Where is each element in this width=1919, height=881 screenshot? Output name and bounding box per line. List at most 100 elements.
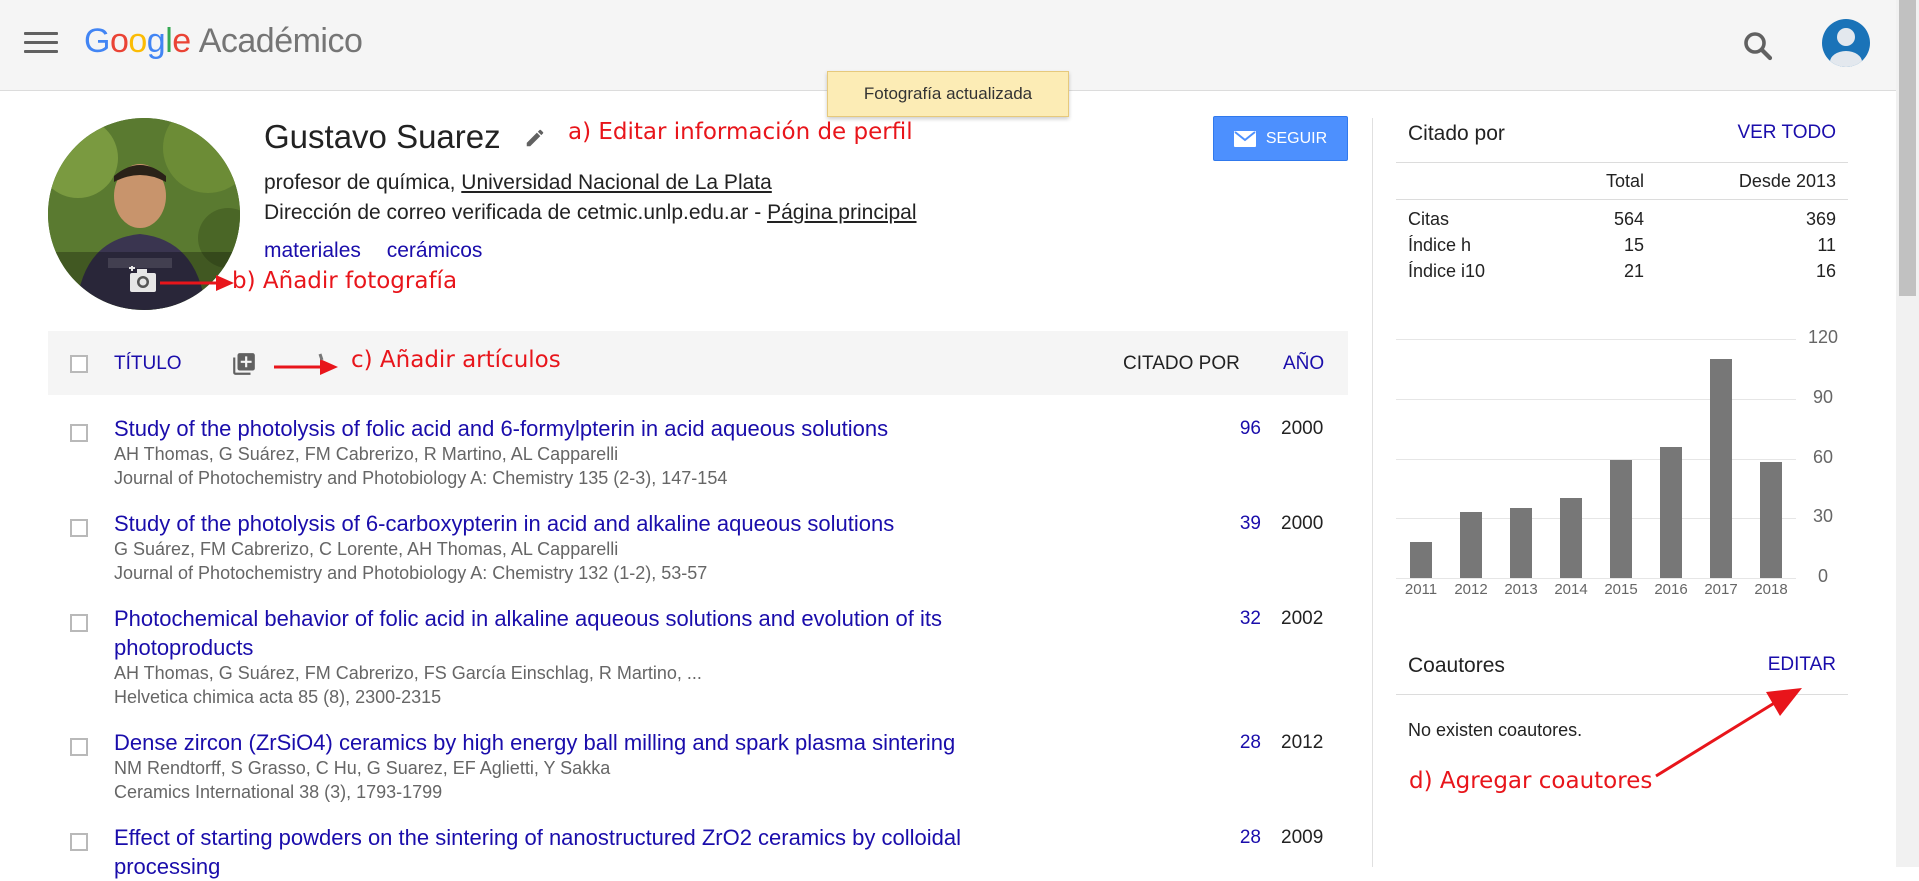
row-checkbox[interactable] xyxy=(70,833,88,851)
article-year: 2000 xyxy=(1281,418,1324,439)
stat-total: 15 xyxy=(1623,235,1644,255)
chart-xtick-label: 2013 xyxy=(1504,581,1538,598)
article-cited-count[interactable]: 96 xyxy=(1221,418,1261,440)
row-checkbox[interactable] xyxy=(70,519,88,537)
chart-xtick-label: 2011 xyxy=(1404,581,1438,598)
article-cited-count[interactable]: 28 xyxy=(1221,827,1261,849)
chart-gridline xyxy=(1396,458,1796,460)
add-photo-camera-icon[interactable] xyxy=(128,265,160,294)
stat-total: 21 xyxy=(1623,261,1644,281)
edit-pencil-icon[interactable] xyxy=(524,127,546,149)
article-year: 2000 xyxy=(1281,513,1324,534)
article-year: 2002 xyxy=(1281,608,1324,629)
select-all-checkbox[interactable] xyxy=(70,355,88,373)
view-all-link[interactable]: VER TODO xyxy=(1737,122,1836,144)
stat-label: Índice i10 xyxy=(1408,261,1486,281)
chart-bar[interactable] xyxy=(1760,462,1782,578)
no-coauthors-text: No existen coautores. xyxy=(1408,720,1583,740)
chart-ytick-label: 60 xyxy=(1812,446,1834,467)
article-authors: AH Thomas, G Suárez, FM Cabrerizo, R Mar… xyxy=(114,444,619,464)
stat-since: 369 xyxy=(1805,209,1836,229)
add-articles-icon[interactable] xyxy=(231,351,257,377)
article-journal: Helvetica chimica acta 85 (8), 2300-2315 xyxy=(114,687,442,707)
chart-bar[interactable] xyxy=(1410,542,1432,578)
affiliation-link[interactable]: Universidad Nacional de La Plata xyxy=(461,171,772,194)
article-authors: AH Thomas, G Suárez, FM Cabrerizo, FS Ga… xyxy=(114,663,702,683)
coauthors-header: Coautores EDITAR xyxy=(1396,654,1848,684)
chart-ytick-label: 120 xyxy=(1807,327,1839,347)
mail-icon xyxy=(1233,130,1256,147)
search-icon[interactable] xyxy=(1740,28,1776,64)
chart-xtick-label: 2017 xyxy=(1704,581,1738,598)
stat-label: Índice h xyxy=(1408,235,1472,255)
divider xyxy=(1396,162,1848,163)
toast-message: Fotografía actualizada xyxy=(827,71,1069,117)
article-authors: G Suárez, FM Cabrerizo, C Lorente, AH Th… xyxy=(114,539,619,559)
profile-email: Dirección de correo verificada de cetmic… xyxy=(264,201,917,224)
article-authors: NM Rendtorff, S Grasso, C Hu, G Suarez, … xyxy=(114,758,611,778)
article-cited-count[interactable]: 28 xyxy=(1221,732,1261,754)
chart-gridline xyxy=(1396,518,1796,520)
product-name: Académico xyxy=(198,22,363,60)
stat-label: Citas xyxy=(1408,209,1450,229)
col-since-header: Desde 2013 xyxy=(1738,171,1836,191)
annotation-arrow-b xyxy=(160,275,234,291)
article-title[interactable]: Photochemical behavior of folic acid in … xyxy=(114,604,1044,662)
edit-coauthors-link[interactable]: EDITAR xyxy=(1768,654,1836,676)
chart-xtick-label: 2014 xyxy=(1554,581,1588,598)
sort-by-year[interactable]: AÑO xyxy=(1283,353,1324,375)
article-cited-count[interactable]: 32 xyxy=(1221,608,1261,630)
annotation-b: b) Añadir fotografía xyxy=(232,268,458,294)
annotation-d: d) Agregar coautores xyxy=(1409,768,1653,794)
menu-icon[interactable] xyxy=(24,32,58,58)
scrollbar-thumb[interactable] xyxy=(1899,0,1916,296)
stat-total: 564 xyxy=(1613,209,1644,229)
follow-button[interactable]: SEGUIR xyxy=(1213,116,1348,161)
chart-gridline xyxy=(1396,578,1796,579)
chart-xtick-label: 2018 xyxy=(1754,581,1788,598)
article-journal: Journal of Photochemistry and Photobiolo… xyxy=(114,563,708,583)
chart-bar[interactable] xyxy=(1610,460,1632,578)
interest-materiales[interactable]: materiales xyxy=(264,239,361,262)
interest-ceramicos[interactable]: cerámicos xyxy=(387,239,483,262)
citations-header: Citado por VER TODO xyxy=(1396,122,1848,152)
row-checkbox[interactable] xyxy=(70,738,88,756)
stat-since: 16 xyxy=(1815,261,1836,281)
stat-since: 11 xyxy=(1817,235,1836,255)
row-checkbox[interactable] xyxy=(70,614,88,632)
article-title[interactable]: Study of the photolysis of 6-carboxypter… xyxy=(114,509,1044,538)
google-scholar-logo[interactable]: Google Académico xyxy=(84,22,363,61)
chart-gridline xyxy=(1396,339,1796,340)
article-cited-count[interactable]: 39 xyxy=(1221,513,1261,535)
coauthors-title: Coautores xyxy=(1408,654,1505,677)
citations-title: Citado por xyxy=(1408,122,1505,145)
chart-xtick-label: 2012 xyxy=(1454,581,1488,598)
chart-bar[interactable] xyxy=(1510,508,1532,578)
article-title[interactable]: Study of the photolysis of folic acid an… xyxy=(114,414,1044,443)
article-year: 2012 xyxy=(1281,732,1324,753)
divider xyxy=(1396,199,1848,200)
cited-by-header: CITADO POR xyxy=(1123,353,1240,374)
article-journal: Ceramics International 38 (3), 1793-1799 xyxy=(114,782,443,802)
article-year: 2009 xyxy=(1281,827,1324,848)
annotation-arrow-c xyxy=(274,353,338,375)
column-divider xyxy=(1372,118,1373,867)
chart-ytick-label: 90 xyxy=(1812,386,1834,407)
annotation-c: c) Añadir artículos xyxy=(351,347,561,373)
chart-bar[interactable] xyxy=(1660,446,1682,578)
row-checkbox[interactable] xyxy=(70,424,88,442)
account-avatar[interactable] xyxy=(1822,19,1870,67)
article-title[interactable]: Effect of starting powders on the sinter… xyxy=(114,823,1044,881)
chart-bar[interactable] xyxy=(1560,498,1582,578)
sort-by-title[interactable]: TÍTULO xyxy=(114,353,182,375)
homepage-link[interactable]: Página principal xyxy=(767,201,916,224)
chart-xtick-label: 2016 xyxy=(1654,581,1688,598)
article-title[interactable]: Dense zircon (ZrSiO4) ceramics by high e… xyxy=(114,728,1044,757)
chart-ytick-label: 30 xyxy=(1812,506,1834,527)
chart-ytick-label: 0 xyxy=(1817,566,1828,586)
interests: materiales cerámicos xyxy=(264,239,502,263)
chart-xtick-label: 2015 xyxy=(1604,581,1638,598)
profile-position: profesor de química, Universidad Naciona… xyxy=(264,171,772,194)
chart-bar[interactable] xyxy=(1710,358,1732,578)
chart-bar[interactable] xyxy=(1460,512,1482,578)
